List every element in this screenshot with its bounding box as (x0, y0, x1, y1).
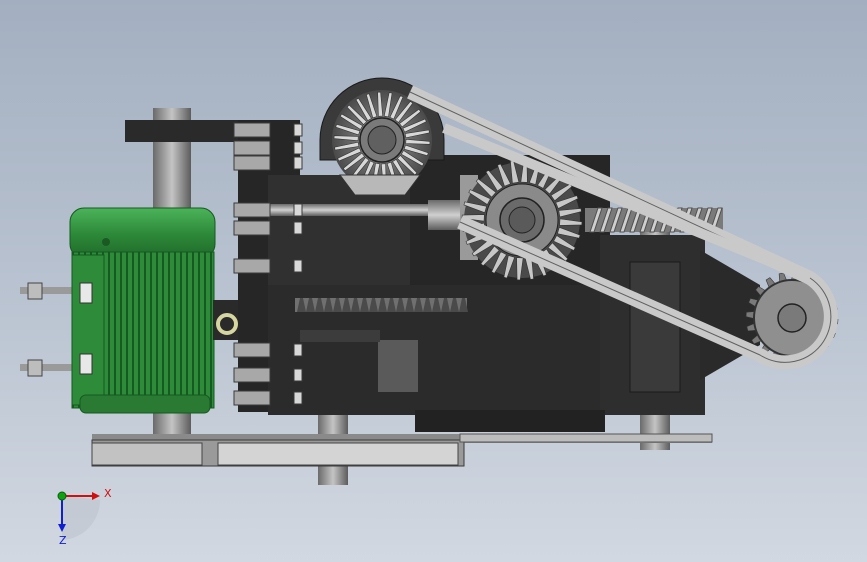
electric-motor[interactable] (20, 207, 238, 414)
bolt-washer (293, 203, 303, 217)
y-axis-dot (57, 491, 67, 501)
motor-top-cap (69, 207, 216, 259)
hex-bolt (233, 155, 271, 171)
bolt-washer (293, 259, 303, 273)
hex-bolt (233, 140, 271, 156)
z-axis-label: Z (59, 534, 67, 547)
bolt-washer (293, 123, 303, 137)
hex-bolt (233, 202, 271, 218)
hex-bolt (233, 122, 271, 138)
bolt-washer (293, 141, 303, 155)
motor-base-cap (79, 394, 211, 414)
base-pulley-left (91, 442, 203, 466)
motor-end-bell (71, 254, 105, 406)
hex-bolt (233, 220, 271, 236)
rack-gear (295, 298, 468, 312)
x-axis-head (92, 492, 100, 500)
hex-bolt (233, 258, 271, 274)
bolt-washer (293, 156, 303, 170)
bolt-washer (293, 391, 303, 405)
motor-clip-bottom (79, 353, 93, 375)
input-shaft (245, 204, 435, 216)
housing-foot (415, 410, 605, 432)
motor-nut-bottom (27, 359, 43, 377)
lower-rail (300, 330, 380, 342)
hex-bolt (233, 390, 271, 406)
cad-viewport[interactable]: X Y Z (0, 0, 867, 562)
coordinate-triad: X Y Z (57, 487, 112, 547)
base-rail (459, 433, 713, 443)
base-plate (91, 433, 713, 467)
motor-fastener (102, 238, 110, 246)
gearbox-assembly-model[interactable]: X Y Z (0, 0, 867, 562)
motor-nut-top (27, 282, 43, 300)
motor-clip-top (79, 282, 93, 304)
right-window (629, 261, 681, 393)
x-axis-label: X (104, 487, 112, 500)
bolt-washer (293, 221, 303, 235)
bolt-washer (293, 343, 303, 357)
hex-bolt (233, 367, 271, 383)
bolt-washer (293, 368, 303, 382)
hex-bolt (233, 342, 271, 358)
lower-window (378, 340, 418, 392)
base-pulley-right (217, 442, 459, 466)
